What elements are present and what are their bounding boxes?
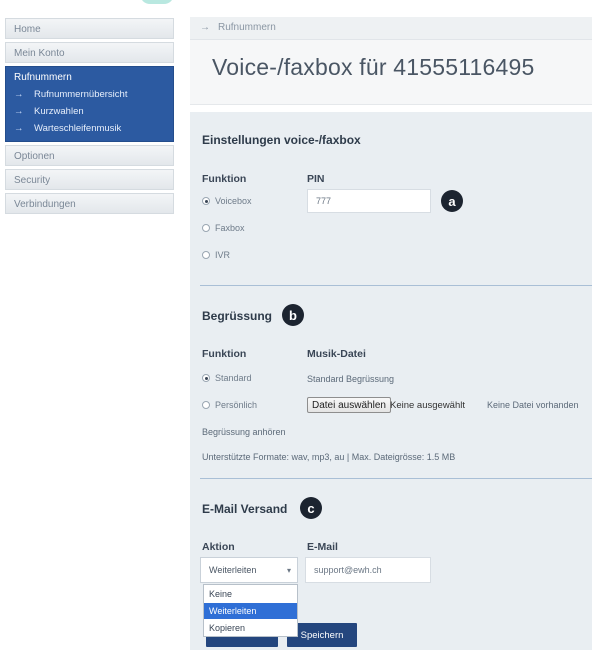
email-label: E-Mail [307,541,338,553]
no-file-available-text: Keine Datei vorhanden [487,400,579,410]
radio-label: Persönlich [215,400,258,410]
radio-icon [202,224,210,232]
page-header: Voice-/faxbox für 41555116495 [190,40,592,105]
radio-voicebox[interactable]: Voicebox [202,196,252,206]
sidebar-subitem-label: Warteschleifenmusik [34,123,122,134]
radio-label: Faxbox [215,223,245,233]
callout-badge-a: a [441,190,463,212]
radio-label: IVR [215,250,231,260]
caret-down-icon: ▾ [286,566,291,575]
listen-greeting-link[interactable]: Begrüssung anhören [202,427,286,437]
sidebar-item-optionen[interactable]: Optionen [5,145,174,166]
radio-persoenlich[interactable]: Persönlich [202,400,257,410]
sidebar-subitem-warteschleifenmusik[interactable]: → Warteschleifenmusik [6,120,173,137]
select-value: Weiterleiten [209,565,257,575]
aktion-select[interactable]: Weiterleiten ▾ [200,557,298,583]
arrow-right-icon: → [14,106,24,117]
sidebar-item-rufnummern[interactable]: Rufnummern [6,69,173,86]
radio-label: Voicebox [215,196,252,206]
radio-selected-icon [202,197,210,205]
sidebar: Home Mein Konto Rufnummern → Rufnummernü… [5,18,174,217]
top-strip [0,0,592,8]
sidebar-item-mein-konto[interactable]: Mein Konto [5,42,174,63]
choose-file-button[interactable]: Datei auswählen [307,397,391,413]
standard-greeting-text: Standard Begrüssung [307,374,395,384]
pin-label: PIN [307,173,325,185]
section-divider [200,478,592,479]
section-title-email: E-Mail Versand [202,502,288,516]
callout-badge-b: b [282,304,304,326]
arrow-right-icon: → [200,22,210,33]
aktion-dropdown-list: Keine Weiterleiten Kopieren [203,584,298,637]
greeting-funktion-label: Funktion [202,348,247,360]
pin-input[interactable]: 777 [307,189,431,213]
radio-icon [202,251,210,259]
radio-label: Standard [215,373,252,383]
callout-badge-c: c [300,497,322,519]
radio-selected-icon [202,374,210,382]
dropdown-option-kopieren[interactable]: Kopieren [204,620,297,636]
logo-fragment [140,0,174,4]
dropdown-option-weiterleiten[interactable]: Weiterleiten [204,603,297,619]
radio-ivr[interactable]: IVR [202,250,230,260]
section-divider [200,285,592,286]
sidebar-subitem-rufnummernuebersicht[interactable]: → Rufnummernübersicht [6,86,173,103]
funktion-label: Funktion [202,173,247,185]
sidebar-subitem-label: Rufnummernübersicht [34,89,128,100]
music-file-label: Musik-Datei [307,348,366,360]
page-title: Voice-/faxbox für 41555116495 [212,54,535,80]
no-file-selected-text: Keine ausgewählt [390,400,465,411]
sidebar-group-rufnummern: Rufnummern → Rufnummernübersicht → Kurzw… [5,66,174,142]
email-input[interactable]: support@ewh.ch [305,557,431,583]
sidebar-subitem-label: Kurzwahlen [34,106,84,117]
sidebar-item-home[interactable]: Home [5,18,174,39]
radio-faxbox[interactable]: Faxbox [202,223,245,233]
section-title-greeting: Begrüssung [202,309,273,323]
dropdown-option-keine[interactable]: Keine [204,586,297,602]
arrow-right-icon: → [14,123,24,134]
aktion-label: Aktion [202,541,235,553]
sidebar-item-security[interactable]: Security [5,169,174,190]
supported-formats-text: Unterstützte Formate: wav, mp3, au | Max… [202,452,456,462]
radio-standard[interactable]: Standard [202,373,252,383]
breadcrumb-link[interactable]: Rufnummern [218,22,276,33]
section-title-settings: Einstellungen voice-/faxbox [202,133,361,147]
sidebar-item-verbindungen[interactable]: Verbindungen [5,193,174,214]
sidebar-subitem-kurzwahlen[interactable]: → Kurzwahlen [6,103,173,120]
arrow-right-icon: → [14,89,24,100]
breadcrumb: → Rufnummern [190,17,592,40]
radio-icon [202,401,210,409]
